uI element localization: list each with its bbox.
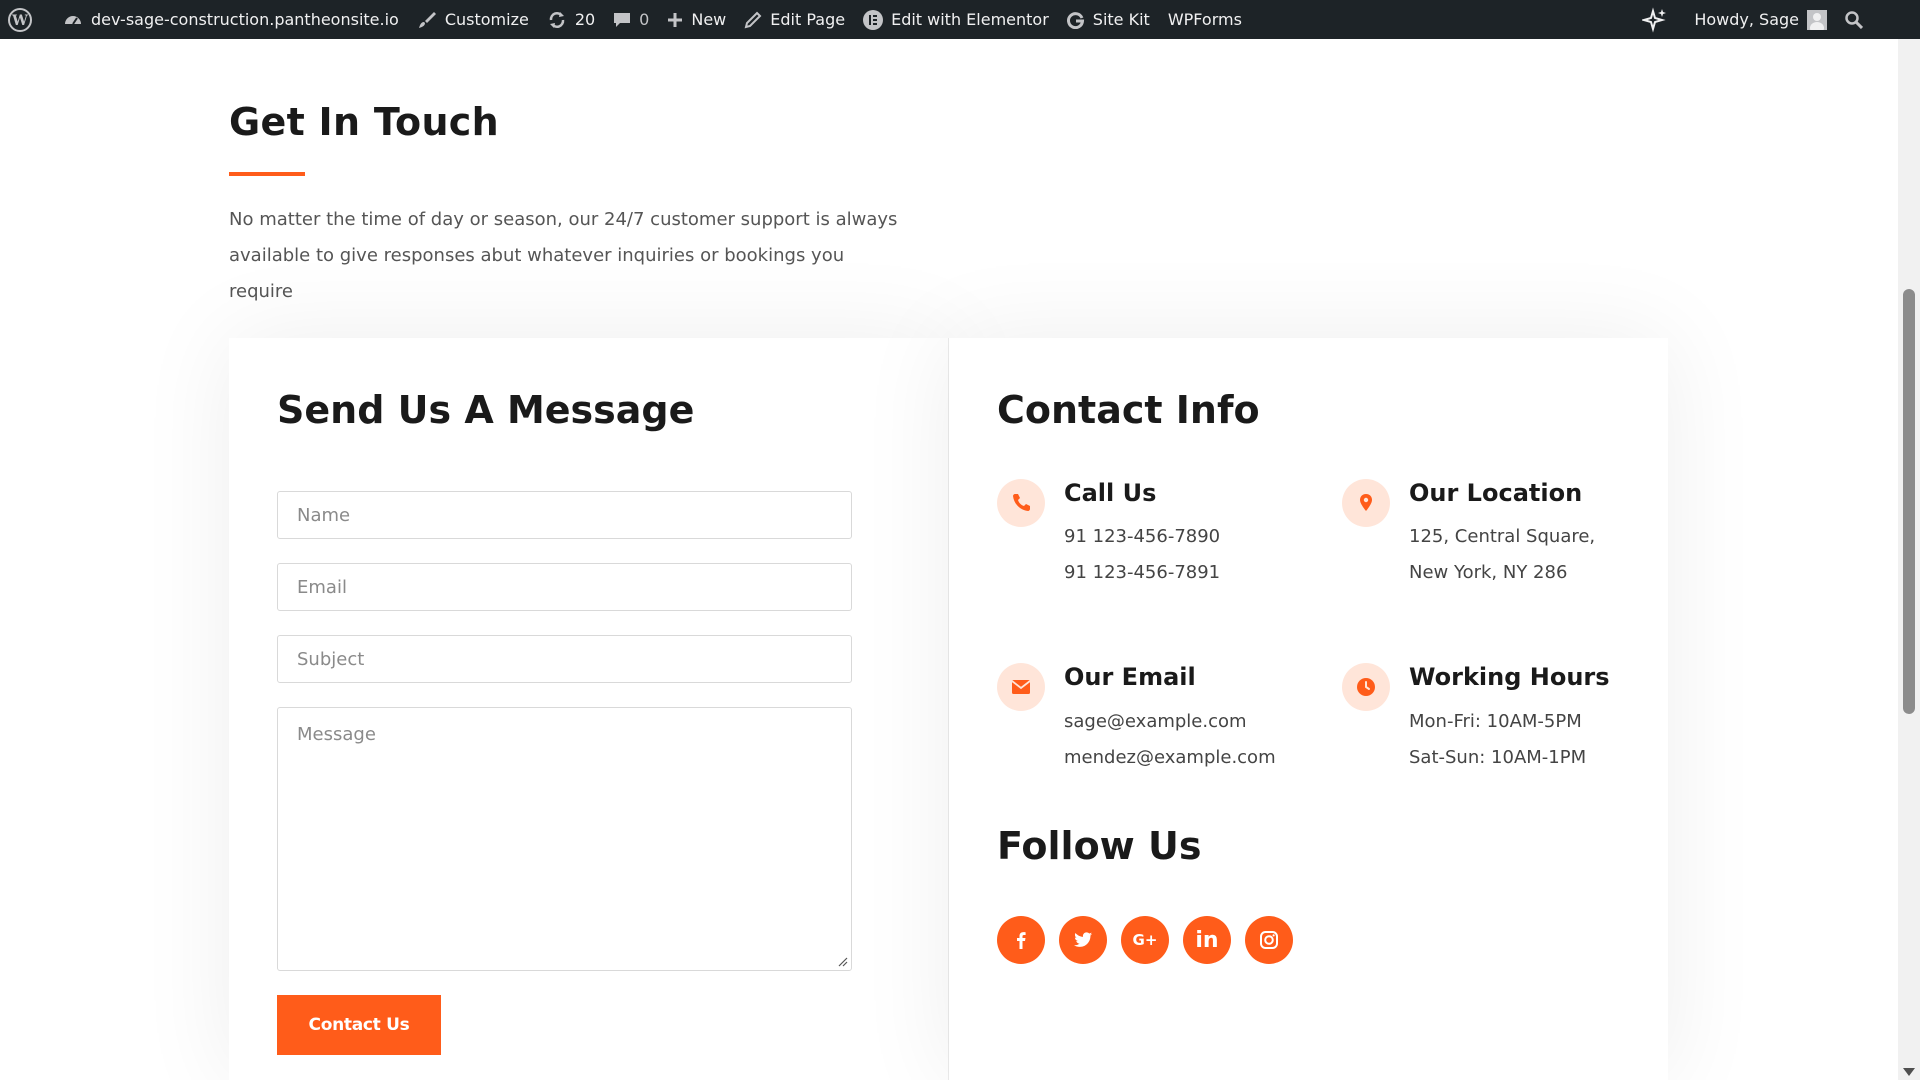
contact-us-button[interactable]: Contact Us [277,995,441,1055]
wpforms-link[interactable]: WPForms [1159,0,1251,39]
working-hours-title: Working Hours [1409,663,1610,691]
updates-count: 20 [574,10,596,29]
facebook-button[interactable] [997,916,1045,964]
edit-elementor-link[interactable]: Edit with Elementor [854,0,1058,39]
address-line-2: New York, NY 286 [1409,562,1568,583]
admin-bar: W dev-sage-construction.pantheonsite.io … [0,0,1920,39]
email-placeholder: Email [297,576,347,598]
phone-number-1[interactable]: 91 123-456-7890 [1064,526,1220,547]
clock-icon [1342,663,1390,711]
updates-link[interactable]: 20 [538,0,604,39]
twitter-button[interactable] [1059,916,1107,964]
site-kit-label: Site Kit [1092,10,1150,29]
instagram-icon [1260,931,1278,949]
address-line-1: 125, Central Square, [1409,526,1596,547]
facebook-icon [1017,932,1026,949]
email-input[interactable]: Email [277,563,852,611]
email-address-2[interactable]: mendez@example.com [1064,747,1276,768]
resize-handle-icon[interactable] [838,957,848,967]
section-description: No matter the time of day or season, our… [229,209,898,302]
form-title: Send Us A Message [277,388,695,432]
sparkle-icon [1642,6,1667,33]
call-us-title: Call Us [1064,479,1157,507]
name-placeholder: Name [297,504,351,526]
site-name: dev-sage-construction.pantheonsite.io [91,10,399,29]
hours-weekend: Sat-Sun: 10AM-1PM [1409,747,1587,768]
email-address-1[interactable]: sage@example.com [1064,711,1247,732]
scrollbar-thumb[interactable] [1903,289,1915,714]
customize-link[interactable]: Customize [408,0,538,39]
linkedin-button[interactable]: in [1183,916,1231,964]
message-placeholder: Message [297,724,376,745]
account-menu[interactable]: Howdy, Sage [1685,0,1836,39]
edit-page-link[interactable]: Edit Page [735,0,854,39]
get-in-touch-section: Get In Touch No matter the time of day o… [229,100,1129,310]
map-pin-icon [1342,479,1390,527]
site-name-link[interactable]: dev-sage-construction.pantheonsite.io [54,0,408,39]
edit-page-label: Edit Page [770,10,846,29]
brush-icon [418,11,436,28]
message-textarea[interactable]: Message [277,707,852,971]
social-links: G+ in [997,916,1307,964]
site-kit-link[interactable]: Site Kit [1058,0,1159,39]
contact-info-panel: Contact Info Call Us 91 123-456-7890 91 … [949,338,1668,1080]
section-title: Get In Touch [229,100,499,144]
phone-number-2[interactable]: 91 123-456-7891 [1064,562,1220,583]
updates-icon [549,11,565,28]
envelope-icon [997,663,1045,711]
follow-us-title: Follow Us [997,824,1202,868]
wordpress-icon: W [8,7,32,32]
our-location-title: Our Location [1409,479,1583,507]
scroll-down-arrow[interactable] [1903,1068,1915,1076]
plus-icon [668,12,683,27]
customize-label: Customize [444,10,529,29]
phone-icon [997,479,1045,527]
edit-elementor-label: Edit with Elementor [891,10,1049,29]
name-input[interactable]: Name [277,491,852,539]
comments-link[interactable]: 0 [604,0,658,39]
avatar [1807,9,1827,30]
comments-count: 0 [639,10,650,29]
elementor-icon [863,9,884,30]
howdy-label: Howdy, Sage [1694,10,1799,29]
comment-icon [614,12,631,27]
title-underline [229,172,305,176]
google-plus-icon: G+ [1132,931,1158,949]
google-g-icon [1066,11,1084,29]
hours-weekdays: Mon-Fri: 10AM-5PM [1409,711,1582,732]
google-plus-button[interactable]: G+ [1121,916,1169,964]
pencil-icon [744,11,762,28]
admin-search-button[interactable] [1836,0,1880,39]
svg-text:W: W [11,13,28,29]
subject-placeholder: Subject [297,648,365,670]
new-label: New [691,10,727,29]
twitter-icon [1074,932,1093,947]
ai-assistant-button[interactable] [1633,0,1685,39]
new-content-link[interactable]: New [658,0,735,39]
linkedin-icon: in [1195,927,1219,953]
subject-input[interactable]: Subject [277,635,852,683]
dashboard-icon [65,15,81,25]
page-scrollbar[interactable] [1898,39,1920,1080]
search-icon [1845,10,1863,29]
contact-info-title: Contact Info [997,388,1260,432]
our-email-title: Our Email [1064,663,1196,691]
wordpress-logo-button[interactable]: W [0,0,54,39]
wpforms-label: WPForms [1167,10,1242,29]
instagram-button[interactable] [1245,916,1293,964]
message-form-panel: Send Us A Message Name Email Subject Mes… [229,338,948,1080]
